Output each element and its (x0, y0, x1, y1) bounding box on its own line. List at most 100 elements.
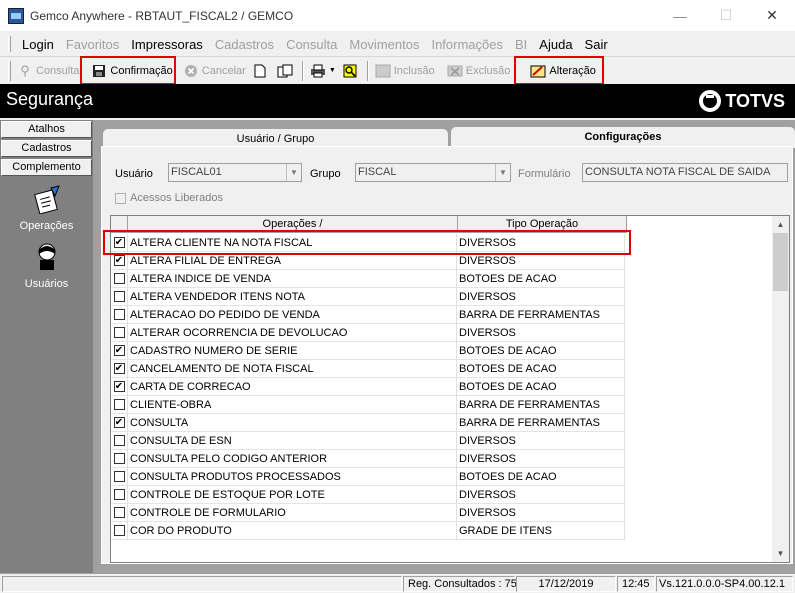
checkmark-icon[interactable]: ✔ (113, 255, 125, 266)
minimize-button[interactable]: — (657, 0, 703, 31)
checkmark-icon[interactable]: ✔ (113, 417, 125, 428)
row-checkbox[interactable] (111, 489, 127, 500)
table-row[interactable]: ALTERA INDICE DE VENDA BOTOES DE ACAO (111, 269, 625, 288)
empty-checkbox-icon[interactable] (113, 525, 125, 536)
empty-checkbox-icon[interactable] (113, 309, 125, 320)
row-checkbox[interactable]: ✔ (111, 363, 127, 374)
menu-sair[interactable]: Sair (579, 37, 614, 52)
table-row[interactable]: ✔ CADASTRO NUMERO DE SERIE BOTOES DE ACAO (111, 341, 625, 360)
table-row[interactable]: CONSULTA PELO CODIGO ANTERIOR DIVERSOS (111, 449, 625, 468)
table-row[interactable]: CONTROLE DE FORMULARIO DIVERSOS (111, 503, 625, 522)
exclusao-button[interactable]: Exclusão (444, 59, 514, 83)
preview-button[interactable] (339, 59, 364, 83)
cell-operacao: ALTERA VENDEDOR ITENS NOTA (127, 287, 457, 306)
row-checkbox[interactable] (111, 327, 127, 338)
menu-cadastros[interactable]: Cadastros (209, 37, 280, 52)
table-row[interactable]: ✔ CARTA DE CORRECAO BOTOES DE ACAO (111, 377, 625, 396)
preview-icon (342, 63, 358, 79)
print-button[interactable]: ▼ (307, 59, 339, 83)
cell-tipo: DIVERSOS (457, 431, 625, 450)
row-checkbox[interactable] (111, 471, 127, 482)
row-checkbox[interactable]: ✔ (111, 417, 127, 428)
atalhos-button[interactable]: Atalhos (1, 121, 92, 138)
row-checkbox[interactable] (111, 507, 127, 518)
row-checkbox[interactable]: ✔ (111, 381, 127, 392)
table-row[interactable]: COR DO PRODUTO GRADE DE ITENS (111, 521, 625, 540)
cell-tipo: BOTOES DE ACAO (457, 377, 625, 396)
empty-checkbox-icon[interactable] (113, 471, 125, 482)
row-checkbox[interactable] (111, 525, 127, 536)
copy-button[interactable] (274, 59, 299, 83)
menu-ajuda[interactable]: Ajuda (533, 37, 578, 52)
table-row[interactable]: CLIENTE-OBRA BARRA DE FERRAMENTAS (111, 395, 625, 414)
tab-configuracoes[interactable]: Configurações (450, 126, 795, 148)
cell-tipo: BARRA DE FERRAMENTAS (457, 413, 625, 432)
table-row[interactable]: ALTERA VENDEDOR ITENS NOTA DIVERSOS (111, 287, 625, 306)
scroll-thumb[interactable] (773, 233, 788, 291)
usuario-select[interactable]: FISCAL01 ▼ (168, 163, 302, 182)
empty-checkbox-icon[interactable] (113, 507, 125, 518)
window-controls: — ☐ ✕ (657, 0, 795, 31)
row-checkbox[interactable]: ✔ (111, 255, 127, 266)
checkmark-icon[interactable]: ✔ (113, 363, 125, 374)
empty-checkbox-icon[interactable] (113, 327, 125, 338)
close-button[interactable]: ✕ (749, 0, 795, 31)
row-checkbox[interactable] (111, 435, 127, 446)
consulta-button[interactable]: ⚲ Consulta (14, 59, 82, 83)
status-bar: Reg. Consultados : 75 17/12/2019 12:45 V… (0, 573, 795, 593)
empty-checkbox-icon[interactable] (113, 399, 125, 410)
checkmark-icon[interactable]: ✔ (113, 381, 125, 392)
empty-checkbox-icon[interactable] (113, 273, 125, 284)
chevron-down-icon[interactable]: ▼ (495, 164, 510, 181)
formulario-field[interactable]: CONSULTA NOTA FISCAL DE SAIDA (582, 163, 788, 182)
scroll-up-icon[interactable]: ▲ (772, 216, 789, 233)
empty-checkbox-icon[interactable] (113, 453, 125, 464)
menu-informacoes[interactable]: Informações (425, 37, 509, 52)
app-icon (8, 7, 24, 24)
inclusao-button[interactable]: Inclusão (372, 59, 438, 83)
cell-tipo: GRADE DE ITENS (457, 521, 625, 540)
cell-operacao: CARTA DE CORRECAO (127, 377, 457, 396)
grupo-select[interactable]: FISCAL ▼ (355, 163, 511, 182)
cell-tipo: DIVERSOS (457, 485, 625, 504)
empty-checkbox-icon[interactable] (113, 489, 125, 500)
row-checkbox[interactable] (111, 291, 127, 302)
row-checkbox[interactable]: ✔ (111, 345, 127, 356)
delete-record-icon (447, 63, 463, 79)
table-row[interactable]: CONSULTA PRODUTOS PROCESSADOS BOTOES DE A… (111, 467, 625, 486)
new-document-button[interactable] (249, 59, 274, 83)
checkmark-icon[interactable]: ✔ (113, 345, 125, 356)
menu-favoritos[interactable]: Favoritos (60, 37, 125, 52)
empty-checkbox-icon[interactable] (113, 435, 125, 446)
table-row[interactable]: ALTERACAO DO PEDIDO DE VENDA BARRA DE FER… (111, 305, 625, 324)
window-title: Gemco Anywhere - RBTAUT_FISCAL2 / GEMCO (30, 8, 294, 23)
tab-usuario-grupo[interactable]: Usuário / Grupo (102, 128, 449, 148)
table-row[interactable]: ✔ CONSULTA BARRA DE FERRAMENTAS (111, 413, 625, 432)
menu-impressoras[interactable]: Impressoras (125, 37, 209, 52)
row-checkbox[interactable] (111, 399, 127, 410)
scroll-down-icon[interactable]: ▼ (772, 545, 789, 562)
table-row[interactable]: CONTROLE DE ESTOQUE POR LOTE DIVERSOS (111, 485, 625, 504)
row-checkbox[interactable] (111, 309, 127, 320)
complemento-button[interactable]: Complemento (1, 159, 92, 176)
empty-checkbox-icon[interactable] (113, 291, 125, 302)
nav-operacoes[interactable]: Operações (0, 184, 93, 232)
module-title: Segurança (6, 89, 94, 109)
vertical-scrollbar[interactable]: ▲ ▼ (772, 216, 789, 562)
usuario-label: Usuário (115, 168, 153, 180)
menu-movimentos[interactable]: Movimentos (343, 37, 425, 52)
table-row[interactable]: ✔ CANCELAMENTO DE NOTA FISCAL BOTOES DE AC… (111, 359, 625, 378)
chevron-down-icon[interactable]: ▼ (286, 164, 301, 181)
menu-login[interactable]: Login (16, 37, 60, 52)
cadastros-button[interactable]: Cadastros (1, 140, 92, 157)
menu-bi[interactable]: BI (509, 37, 533, 52)
nav-usuarios[interactable]: Usuários (0, 242, 93, 290)
menu-consulta[interactable]: Consulta (280, 37, 343, 52)
maximize-button[interactable]: ☐ (703, 0, 749, 31)
table-row[interactable]: ALTERAR OCORRENCIA DE DEVOLUCAO DIVERSOS (111, 323, 625, 342)
row-checkbox[interactable] (111, 273, 127, 284)
acessos-checkbox[interactable] (115, 193, 126, 204)
cancelar-button[interactable]: Cancelar (180, 59, 249, 83)
table-row[interactable]: CONSULTA DE ESN DIVERSOS (111, 431, 625, 450)
row-checkbox[interactable] (111, 453, 127, 464)
